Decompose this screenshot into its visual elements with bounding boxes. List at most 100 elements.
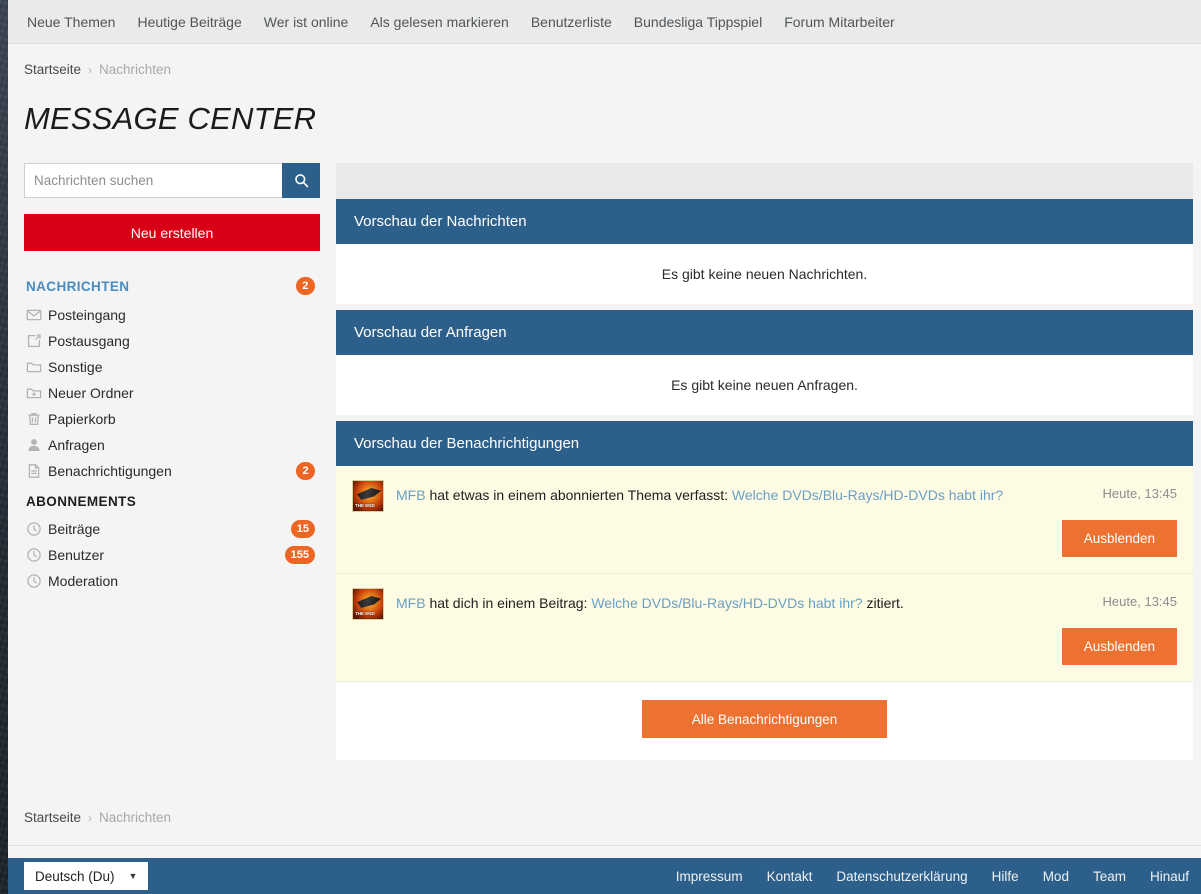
sidebar-item-sonstige[interactable]: Sonstige: [24, 354, 320, 380]
notification-timestamp: Heute, 13:45: [1102, 594, 1177, 609]
main-content: Vorschau der Nachrichten Es gibt keine n…: [336, 163, 1193, 760]
avatar-caption: THE END: [355, 503, 375, 508]
sidebar-item-benutzer[interactable]: Benutzer 155: [24, 542, 320, 568]
sidebar-section-abonnements-label: ABONNEMENTS: [26, 494, 137, 509]
content-top-strip: [336, 163, 1193, 199]
sidebar-item-beitraege[interactable]: Beiträge 15: [24, 516, 320, 542]
nav-item-heutige-beitraege[interactable]: Heutige Beiträge: [126, 0, 252, 44]
sidebar: Neu erstellen NACHRICHTEN 2 Posteingang: [24, 163, 320, 594]
message-search: [24, 163, 320, 198]
nav-item-wer-ist-online[interactable]: Wer ist online: [253, 0, 360, 44]
sidebar-item-benachrichtigungen-label: Benachrichtigungen: [48, 463, 172, 479]
sidebar-item-moderation-label: Moderation: [48, 573, 119, 589]
page-container: Neue Themen Heutige Beiträge Wer ist onl…: [8, 0, 1201, 894]
notification-actions: Ausblenden: [352, 520, 1177, 557]
nav-item-benutzerliste[interactable]: Benutzerliste: [520, 0, 623, 44]
footer-link-impressum[interactable]: Impressum: [676, 869, 743, 884]
sidebar-item-papierkorb-label: Papierkorb: [48, 411, 116, 427]
notification-text: MFB hat etwas in einem abonnierten Thema…: [396, 480, 1089, 505]
notification-timestamp: Heute, 13:45: [1102, 486, 1177, 501]
footer-link-hinauf[interactable]: Hinauf: [1150, 869, 1189, 884]
notification-row-top: THE END MFB hat dich in einem Beitrag: W…: [352, 588, 1177, 620]
notification-row-top: THE END MFB hat etwas in einem abonniert…: [352, 480, 1177, 512]
clock-icon: [26, 547, 48, 563]
language-selector[interactable]: Deutsch (Du) ▼: [24, 862, 149, 890]
page-title: MESSAGE CENTER: [24, 101, 317, 136]
folder-plus-icon: [26, 385, 48, 401]
sidebar-item-moderation[interactable]: Moderation: [24, 568, 320, 594]
bottom-breadcrumb-area: Startseite › Nachrichten: [8, 800, 1201, 825]
sidebar-item-benutzer-label: Benutzer: [48, 547, 105, 563]
all-notifications-button[interactable]: Alle Benachrichtigungen: [642, 700, 887, 738]
notification-text-before: hat etwas in einem abonnierten Thema ver…: [425, 487, 732, 503]
user-icon: [26, 437, 48, 453]
footer-link-hilfe[interactable]: Hilfe: [992, 869, 1019, 884]
sidebar-item-papierkorb[interactable]: Papierkorb: [24, 406, 320, 432]
sidebar-item-benachrichtigungen-badge: 2: [296, 462, 315, 480]
avatar[interactable]: THE END: [352, 588, 384, 620]
clock-icon: [26, 521, 48, 537]
requests-preview-panel: Vorschau der Anfragen Es gibt keine neue…: [336, 310, 1193, 415]
notifications-preview-title: Vorschau der Benachrichtigungen: [336, 421, 1193, 466]
hide-notification-button[interactable]: Ausblenden: [1061, 520, 1177, 557]
avatar-art: [357, 596, 381, 608]
footer-bar: Deutsch (Du) ▼ Impressum Kontakt Datensc…: [8, 858, 1201, 894]
messages-preview-title: Vorschau der Nachrichten: [336, 199, 1193, 244]
trash-icon: [26, 411, 48, 427]
search-icon: [294, 173, 309, 188]
nav-item-forum-mitarbeiter[interactable]: Forum Mitarbeiter: [773, 0, 905, 44]
language-selector-value: Deutsch (Du): [35, 868, 115, 884]
breadcrumb-bottom: Startseite › Nachrichten: [24, 810, 1201, 825]
sidebar-item-anfragen[interactable]: Anfragen: [24, 432, 320, 458]
footer-links: Impressum Kontakt Datenschutzerklärung H…: [676, 869, 1193, 884]
requests-preview-empty-text: Es gibt keine neuen Anfragen.: [336, 355, 1193, 415]
avatar-art: [357, 488, 381, 500]
search-submit-button[interactable]: [282, 163, 320, 198]
notification-list: THE END MFB hat etwas in einem abonniert…: [336, 466, 1193, 760]
sidebar-item-posteingang[interactable]: Posteingang: [24, 302, 320, 328]
nav-item-bundesliga-tippspiel[interactable]: Bundesliga Tippspiel: [623, 0, 773, 44]
sidebar-item-benachrichtigungen[interactable]: Benachrichtigungen 2: [24, 458, 320, 484]
avatar[interactable]: THE END: [352, 480, 384, 512]
top-navigation-bar: Neue Themen Heutige Beiträge Wer ist onl…: [8, 0, 1201, 44]
sidebar-section-nachrichten-heading: NACHRICHTEN 2: [24, 273, 320, 302]
notification-thread-link[interactable]: Welche DVDs/Blu-Rays/HD-DVDs habt ihr?: [591, 595, 862, 611]
notification-row: THE END MFB hat dich in einem Beitrag: W…: [336, 574, 1193, 682]
messages-preview-empty-text: Es gibt keine neuen Nachrichten.: [336, 244, 1193, 304]
breadcrumb-bottom-current: Nachrichten: [99, 810, 172, 825]
footer-link-mod[interactable]: Mod: [1043, 869, 1069, 884]
sidebar-section-nachrichten-badge: 2: [296, 277, 315, 295]
breadcrumb-home-link[interactable]: Startseite: [24, 62, 81, 77]
sidebar-item-posteingang-label: Posteingang: [48, 307, 126, 323]
notification-user-link[interactable]: MFB: [396, 595, 426, 611]
sidebar-item-neuer-ordner[interactable]: Neuer Ordner: [24, 380, 320, 406]
sidebar-item-benutzer-badge: 155: [284, 546, 315, 564]
notification-user-link[interactable]: MFB: [396, 487, 426, 503]
nav-item-als-gelesen-markieren[interactable]: Als gelesen markieren: [359, 0, 520, 44]
folder-icon: [26, 359, 48, 375]
notification-text-before: hat dich in einem Beitrag:: [425, 595, 592, 611]
search-input[interactable]: [24, 163, 282, 198]
sidebar-section-nachrichten-label: NACHRICHTEN: [26, 278, 130, 294]
nav-item-neue-themen[interactable]: Neue Themen: [16, 0, 126, 44]
notification-row: THE END MFB hat etwas in einem abonniert…: [336, 466, 1193, 574]
sidebar-item-sonstige-label: Sonstige: [48, 359, 103, 375]
envelope-icon: [26, 307, 48, 323]
share-out-icon: [26, 333, 48, 349]
footer-link-kontakt[interactable]: Kontakt: [767, 869, 813, 884]
hide-notification-button[interactable]: Ausblenden: [1061, 628, 1177, 665]
footer-link-team[interactable]: Team: [1093, 869, 1126, 884]
requests-preview-title: Vorschau der Anfragen: [336, 310, 1193, 355]
content-area: Neu erstellen NACHRICHTEN 2 Posteingang: [8, 137, 1201, 760]
messages-preview-panel: Vorschau der Nachrichten Es gibt keine n…: [336, 199, 1193, 304]
sidebar-item-postausgang[interactable]: Postausgang: [24, 328, 320, 354]
notification-list-footer: Alle Benachrichtigungen: [336, 682, 1193, 760]
footer-divider: [8, 845, 1201, 846]
sidebar-item-beitraege-label: Beiträge: [48, 521, 101, 537]
breadcrumb-bottom-home-link[interactable]: Startseite: [24, 810, 81, 825]
document-icon: [26, 463, 48, 479]
new-message-button[interactable]: Neu erstellen: [24, 214, 320, 251]
notification-thread-link[interactable]: Welche DVDs/Blu-Rays/HD-DVDs habt ihr?: [732, 487, 1003, 503]
footer-link-datenschutzerklaerung[interactable]: Datenschutzerklärung: [836, 869, 967, 884]
chevron-down-icon: ▼: [128, 871, 138, 881]
